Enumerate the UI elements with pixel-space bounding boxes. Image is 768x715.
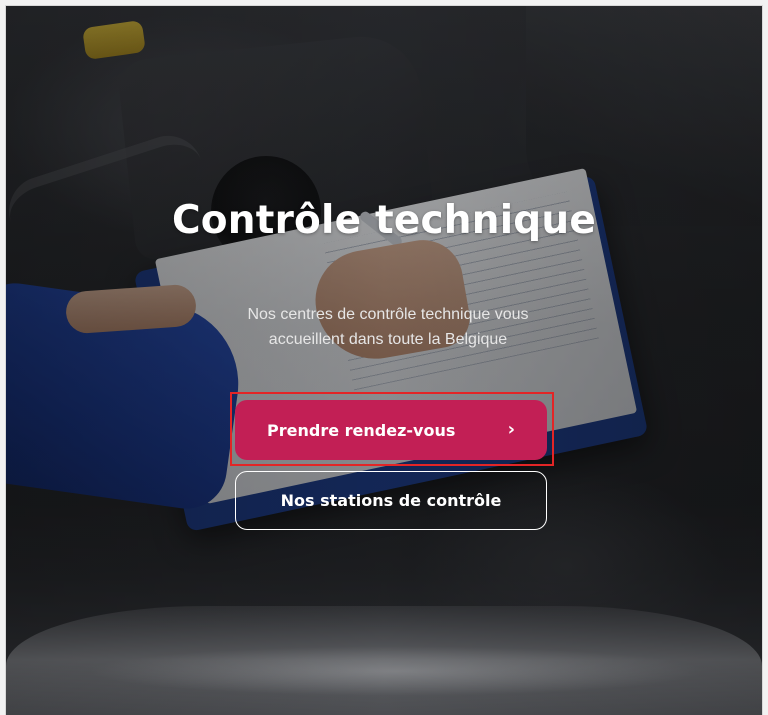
book-appointment-label: Prendre rendez-vous: [267, 420, 456, 440]
stations-label: Nos stations de contrôle: [280, 491, 502, 510]
hero-content: Contrôle technique Nos centres de contrô…: [6, 6, 762, 715]
book-appointment-button[interactable]: Prendre rendez-vous ›: [235, 400, 547, 460]
page-title: Contrôle technique: [171, 198, 597, 243]
hero-subtitle: Nos centres de contrôle technique vous a…: [247, 306, 529, 348]
stations-button[interactable]: Nos stations de contrôle: [235, 471, 547, 530]
hero-section: Contrôle technique Nos centres de contrô…: [6, 6, 762, 715]
chevron-right-icon: ›: [507, 419, 515, 440]
